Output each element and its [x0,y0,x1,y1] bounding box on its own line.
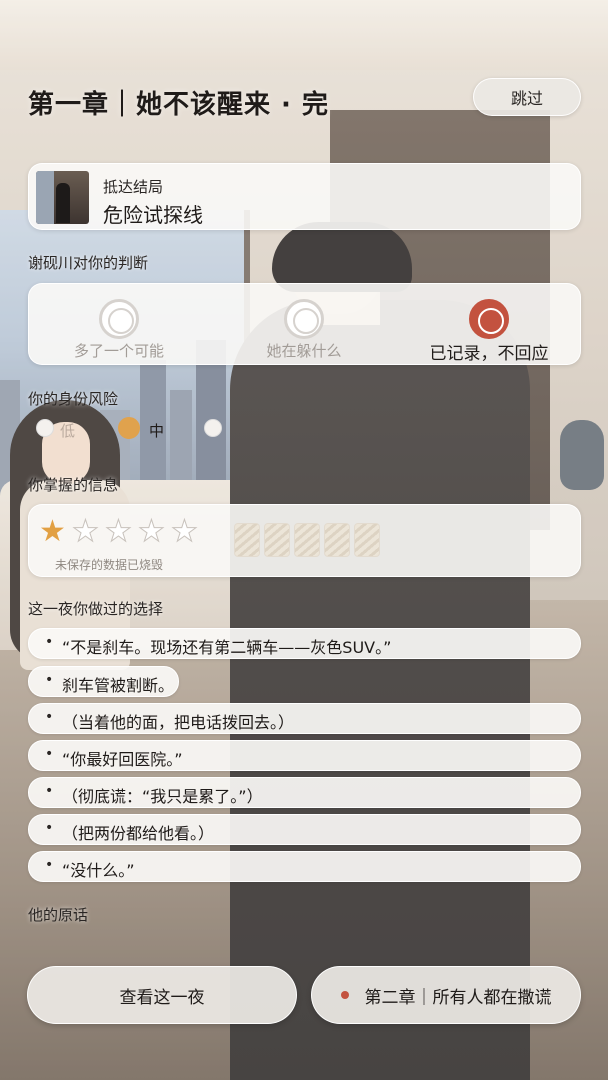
judgment-option: 她在躲什么 [214,284,394,366]
choice-text: 刹车管被割断。 [62,676,175,695]
choice-item: • （当着他的面，把电话拨回去。） [28,703,581,734]
choice-text: （当着他的面，把电话拨回去。） [62,713,295,732]
judgment-option-label: 已记录，不回应 [429,344,549,364]
risk-dot-active-icon [118,417,140,439]
review-night-label: 查看这一夜 [119,987,205,1008]
info-heading: 你掌握的信息 [28,476,119,494]
judgment-heading: 谢砚川对你的判断 [28,254,149,272]
bullet-icon: • [45,672,54,688]
bullet-icon: • [45,746,54,762]
ending-name: 危险试探线 [103,203,203,227]
bullet-icon: • [45,857,54,873]
radio-selected-icon [469,299,509,339]
info-card: ★ ★ ★ ★ ★ 未保存的数据已烧毁 [28,504,581,577]
risk-level-label: 低 [60,422,76,440]
risk-heading: 你的身份风险 [28,390,119,408]
choice-item: • “不是刹车。现场还有第二辆车——灰色SUV。” [28,628,581,659]
info-note: 未保存的数据已烧毁 [55,558,164,572]
bullet-icon: • [45,783,54,799]
bullet-icon: • [45,634,54,650]
risk-dot-icon [36,419,54,437]
choice-item: • 刹车管被割断。 [28,666,179,697]
bullet-icon: • [45,820,54,836]
empty-slot-icon [354,523,380,557]
new-chapter-dot-icon [340,991,349,999]
next-chapter-label: 第二章｜所有人都在撒谎 [364,987,552,1008]
choice-item: • （把两份都给他看。） [28,814,581,845]
radio-ring-icon [99,299,139,339]
judgment-option: 多了一个可能 [29,284,209,366]
choice-text: “没什么。” [62,861,135,880]
ending-label: 抵达结局 [103,178,164,196]
choice-text: （彻底谎：“我只是累了。”） [62,787,263,806]
radio-ring-icon [284,299,324,339]
thumbnail-window [36,171,54,224]
info-star-rating: ★ ★ ★ ★ ★ [39,514,204,549]
choice-text: “你最好回医院。” [62,750,183,769]
star-empty-icon: ★ [72,514,100,549]
ending-thumbnail [36,171,89,224]
empty-slot-icon [324,523,350,557]
choice-item: • （彻底谎：“我只是累了。”） [28,777,581,808]
judgment-card: 多了一个可能 她在躲什么 已记录，不回应 [28,283,581,365]
risk-scale: 低 中 [36,416,336,442]
choice-item: • “你最好回医院。” [28,740,581,771]
bullet-icon: • [45,709,54,725]
judgment-option-label: 多了一个可能 [73,342,164,360]
empty-slot-icon [264,523,290,557]
choice-item: • “没什么。” [28,851,581,882]
ending-card: 抵达结局 危险试探线 [28,163,581,230]
star-empty-icon: ★ [105,514,133,549]
quote-heading: 他的原话 [28,906,89,924]
risk-dot-icon [204,419,222,437]
risk-level-label: 中 [149,422,165,440]
review-night-button[interactable]: 查看这一夜 [27,966,297,1024]
star-empty-icon: ★ [138,514,166,549]
chapter-title: 第一章｜她不该醒来 · 完 [28,90,329,120]
skip-button[interactable]: 跳过 [473,78,581,116]
star-empty-icon: ★ [171,514,199,549]
judgment-option-label: 她在躲什么 [266,342,342,360]
choice-text: “不是刹车。现场还有第二辆车——灰色SUV。” [62,638,392,657]
judgment-option-selected: 已记录，不回应 [399,284,579,366]
next-chapter-button[interactable]: 第二章｜所有人都在撒谎 [311,966,581,1024]
empty-slot-icon [234,523,260,557]
info-slots [234,523,380,557]
star-filled-icon: ★ [39,514,66,549]
thumbnail-figure [56,183,70,223]
empty-slot-icon [294,523,320,557]
choices-heading: 这一夜你做过的选择 [28,600,164,618]
chapter-summary-screen: 第一章｜她不该醒来 · 完 跳过 抵达结局 危险试探线 谢砚川对你的判断 多了一… [0,0,608,1080]
choice-text: （把两份都给他看。） [62,824,215,843]
